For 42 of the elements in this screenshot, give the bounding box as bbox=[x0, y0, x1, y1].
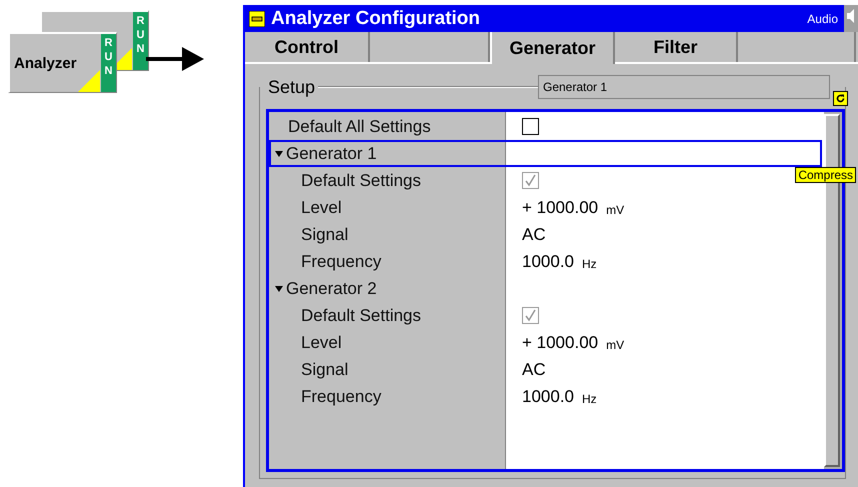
checkbox[interactable] bbox=[522, 118, 539, 135]
setting-label: Signal bbox=[301, 224, 348, 244]
unit-label: mV bbox=[606, 338, 624, 352]
corner-triangle-icon bbox=[78, 70, 100, 92]
setting-value[interactable]: 1000.0 bbox=[522, 386, 574, 406]
group-title: Setup bbox=[267, 76, 316, 98]
tab[interactable]: Control bbox=[245, 32, 370, 62]
setting-value[interactable]: + 1000.00 bbox=[522, 198, 598, 218]
setting-label: Level bbox=[301, 198, 342, 218]
run-label: RUN bbox=[133, 12, 148, 70]
speaker-icon[interactable] bbox=[844, 5, 858, 32]
card-label: Analyzer bbox=[14, 54, 77, 72]
expand-triangle-icon[interactable] bbox=[274, 286, 284, 292]
setting-label: Signal bbox=[301, 360, 348, 380]
group-label[interactable]: Generator 1 bbox=[286, 144, 377, 164]
unit-label: Hz bbox=[582, 392, 597, 406]
setting-label: Default Settings bbox=[301, 170, 422, 190]
setting-label: Default Settings bbox=[301, 306, 422, 326]
tooltip: Compress bbox=[795, 167, 856, 183]
analyzer-card[interactable]: Analyzer RUN bbox=[8, 32, 117, 93]
generator-combo[interactable]: Generator 1 bbox=[538, 75, 830, 99]
tab[interactable]: Filter bbox=[615, 32, 738, 62]
setting-label: Default All Settings bbox=[288, 116, 431, 136]
unit-label: mV bbox=[606, 202, 624, 216]
mode-label: Audio bbox=[807, 12, 838, 26]
expand-triangle-icon[interactable] bbox=[274, 150, 284, 156]
unit-label: Hz bbox=[582, 256, 597, 270]
setting-value[interactable]: + 1000.00 bbox=[522, 332, 598, 352]
run-label: RUN bbox=[101, 34, 116, 92]
refresh-icon[interactable] bbox=[833, 91, 848, 106]
setting-label: Frequency bbox=[301, 252, 382, 272]
setting-value[interactable]: AC bbox=[522, 224, 546, 244]
arrow-icon bbox=[146, 46, 204, 72]
group-label[interactable]: Generator 2 bbox=[286, 278, 377, 298]
setting-value[interactable]: AC bbox=[522, 360, 546, 380]
minimize-icon[interactable] bbox=[249, 10, 265, 26]
tab[interactable]: Generator bbox=[490, 32, 615, 64]
setting-value[interactable]: 1000.0 bbox=[522, 252, 574, 272]
focused-row[interactable]: Generator 1 bbox=[269, 140, 822, 167]
setting-label: Frequency bbox=[301, 386, 382, 406]
setting-label: Level bbox=[301, 332, 342, 352]
window-title: Analyzer Configuration bbox=[271, 8, 482, 30]
